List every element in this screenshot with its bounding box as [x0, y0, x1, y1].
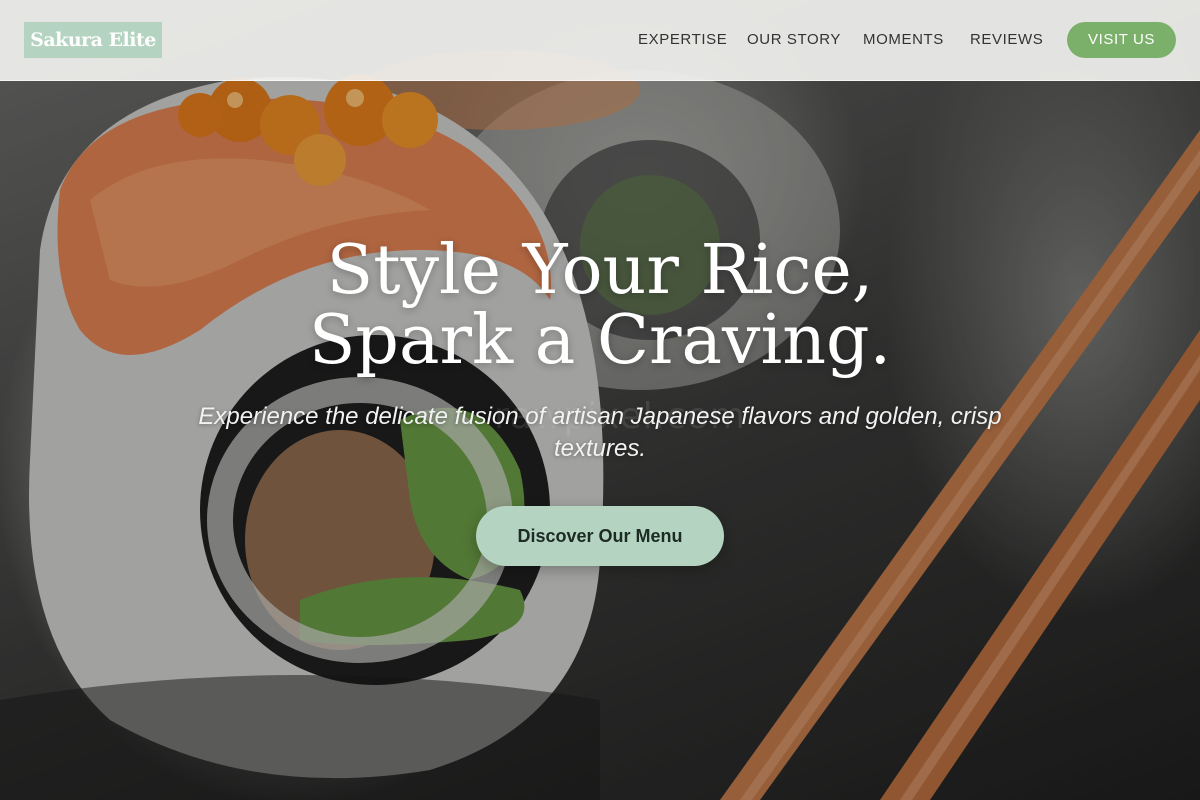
nav-item-our-story[interactable]: OUR STORY [747, 30, 841, 50]
visit-us-button[interactable]: VISIT US [1067, 22, 1176, 58]
nav-item-moments[interactable]: MOMENTS [863, 30, 944, 50]
nav-menu: EXPERTISE OUR STORY MOMENTS REVIEWS [0, 30, 1200, 50]
discover-menu-button[interactable]: Discover Our Menu [476, 506, 724, 566]
hero-headline-line-2: Spark a Craving. [308, 301, 892, 380]
hero-subtitle: Experience the delicate fusion of artisa… [198, 403, 1002, 462]
hero-section: rawpixel.com Style Your Rice, Spark a Cr… [0, 0, 1200, 800]
hero-headline-line-1: Style Your Rice, [326, 231, 874, 310]
nav-item-reviews[interactable]: REVIEWS [970, 30, 1043, 50]
top-navigation: Sakura Elite EXPERTISE OUR STORY MOMENTS… [0, 0, 1200, 81]
hero-headline: Style Your Rice, Spark a Craving. [200, 236, 1000, 376]
nav-item-expertise[interactable]: EXPERTISE [638, 30, 727, 50]
